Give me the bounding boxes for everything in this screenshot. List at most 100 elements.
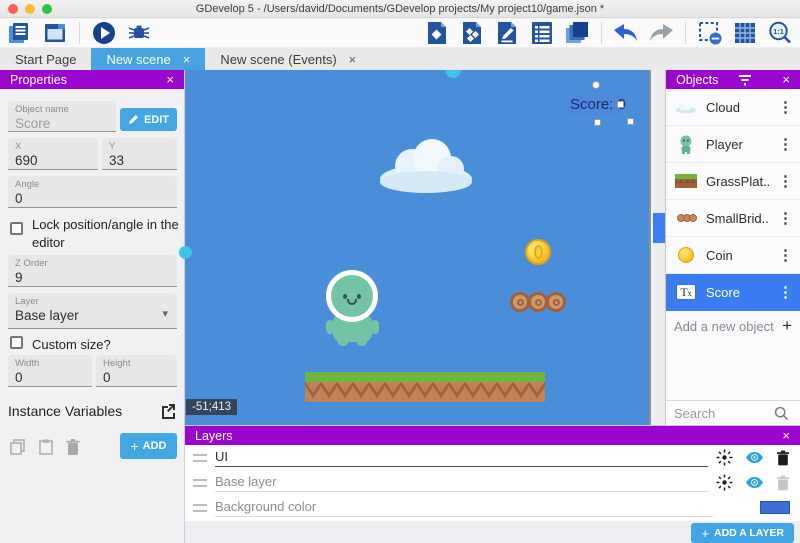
canvas-scroll-hint-left bbox=[179, 246, 192, 259]
field-label: Object name bbox=[15, 104, 109, 115]
object-menu-icon[interactable]: ⋮ bbox=[776, 246, 795, 264]
cloud-instance[interactable] bbox=[378, 138, 475, 194]
plus-icon: + bbox=[130, 438, 138, 454]
layer-row-ui[interactable] bbox=[185, 445, 800, 470]
toolbar-left-group bbox=[6, 20, 153, 46]
effects-icon[interactable] bbox=[716, 474, 733, 491]
object-menu-icon[interactable]: ⋮ bbox=[776, 283, 795, 301]
object-menu-icon[interactable]: ⋮ bbox=[776, 98, 795, 116]
close-window-button[interactable] bbox=[8, 4, 18, 14]
tab-label: New scene bbox=[106, 52, 170, 67]
field-value: 33 bbox=[109, 153, 170, 168]
object-row-player[interactable]: Player ⋮ bbox=[666, 126, 800, 163]
object-page-icon[interactable] bbox=[423, 20, 451, 46]
field-value: 0 bbox=[15, 370, 85, 385]
filter-icon[interactable] bbox=[738, 74, 752, 86]
background-color-swatch[interactable] bbox=[760, 501, 790, 514]
objects-panel: Objects × Cloud ⋮ Player ⋮ GrassPlat... … bbox=[665, 70, 800, 425]
object-menu-icon[interactable]: ⋮ bbox=[776, 135, 795, 153]
z-order-field[interactable]: Z Order 9 bbox=[8, 255, 177, 287]
objects-group-icon[interactable] bbox=[458, 20, 486, 46]
zoom-1-1-icon[interactable]: 1:1 bbox=[766, 20, 794, 46]
edit-object-button[interactable]: EDIT bbox=[120, 108, 177, 131]
angle-field[interactable]: Angle 0 bbox=[8, 176, 177, 208]
chevron-down-icon: ▾ bbox=[162, 307, 168, 320]
tab-new-scene[interactable]: New scene × bbox=[91, 48, 205, 70]
layers-stack-icon[interactable] bbox=[563, 20, 591, 46]
drag-handle-icon[interactable] bbox=[193, 454, 207, 462]
scrollbar-thumb[interactable] bbox=[653, 213, 665, 243]
close-tab-icon[interactable]: × bbox=[349, 53, 357, 66]
debug-icon[interactable] bbox=[125, 20, 153, 46]
drag-handle-icon[interactable] bbox=[193, 479, 207, 487]
delete-variable-icon[interactable] bbox=[65, 438, 81, 456]
height-field[interactable]: Height 0 bbox=[96, 355, 177, 387]
scene-canvas[interactable]: Score: 0 bbox=[185, 70, 651, 425]
object-row-score[interactable]: Tx Score ⋮ bbox=[666, 274, 800, 311]
object-name-field[interactable]: Object name Score bbox=[8, 101, 116, 132]
maximize-window-button[interactable] bbox=[42, 4, 52, 14]
close-icon[interactable]: × bbox=[782, 72, 790, 87]
close-icon[interactable]: × bbox=[782, 428, 790, 443]
close-tab-icon[interactable]: × bbox=[183, 53, 191, 66]
close-icon[interactable]: × bbox=[166, 72, 174, 87]
minimize-window-button[interactable] bbox=[25, 4, 35, 14]
player-eye bbox=[357, 294, 361, 299]
resize-handle-corner[interactable] bbox=[627, 118, 634, 125]
add-variable-button[interactable]: + ADD bbox=[120, 433, 177, 459]
add-new-object-button[interactable]: Add a new object + bbox=[666, 311, 800, 341]
field-label: Y bbox=[109, 141, 170, 152]
search-input[interactable] bbox=[674, 406, 770, 421]
object-row-cloud[interactable]: Cloud ⋮ bbox=[666, 89, 800, 126]
small-bridge-thumbnail-icon bbox=[673, 214, 699, 222]
tab-new-scene-events[interactable]: New scene (Events) × bbox=[205, 48, 371, 70]
drag-handle-icon[interactable] bbox=[193, 504, 207, 512]
toolbar-separator bbox=[79, 22, 80, 44]
small-bridge-instance[interactable] bbox=[510, 292, 564, 312]
play-icon[interactable] bbox=[90, 20, 118, 46]
scene-window-icon[interactable] bbox=[41, 20, 69, 46]
effects-icon[interactable] bbox=[716, 449, 733, 466]
redo-icon[interactable] bbox=[647, 20, 675, 46]
svg-text:1:1: 1:1 bbox=[773, 27, 784, 36]
custom-size-checkbox[interactable] bbox=[10, 336, 23, 349]
canvas-vertical-scrollbar[interactable] bbox=[653, 70, 665, 425]
x-position-field[interactable]: X 690 bbox=[8, 138, 98, 170]
project-manager-icon[interactable] bbox=[6, 20, 34, 46]
layer-name-input[interactable] bbox=[215, 499, 713, 517]
remove-instance-icon[interactable] bbox=[696, 20, 724, 46]
field-label: Width bbox=[15, 358, 85, 369]
grass-platform-instance[interactable] bbox=[305, 372, 545, 402]
add-layer-button[interactable]: + ADD A LAYER bbox=[691, 523, 794, 543]
layer-row-base[interactable] bbox=[185, 470, 800, 495]
y-position-field[interactable]: Y 33 bbox=[102, 138, 177, 170]
coin-instance[interactable] bbox=[525, 239, 551, 265]
width-field[interactable]: Width 0 bbox=[8, 355, 92, 387]
visibility-eye-icon[interactable] bbox=[745, 476, 764, 489]
edit-page-icon[interactable] bbox=[493, 20, 521, 46]
plus-icon: + bbox=[701, 526, 709, 541]
object-row-smallbridge[interactable]: SmallBrid... ⋮ bbox=[666, 200, 800, 237]
coin-thumbnail-icon bbox=[673, 247, 699, 263]
resize-handle-right[interactable] bbox=[617, 101, 624, 108]
visibility-eye-icon[interactable] bbox=[745, 451, 764, 464]
copy-icon[interactable] bbox=[9, 438, 27, 456]
layer-row-background-color[interactable] bbox=[185, 495, 800, 520]
undo-icon[interactable] bbox=[612, 20, 640, 46]
object-row-grassplatform[interactable]: GrassPlat... ⋮ bbox=[666, 163, 800, 200]
open-in-new-icon[interactable] bbox=[160, 402, 177, 419]
object-menu-icon[interactable]: ⋮ bbox=[776, 172, 795, 190]
layer-select[interactable]: Layer Base layer ▾ bbox=[8, 293, 177, 329]
rotate-handle[interactable] bbox=[592, 81, 600, 89]
layer-name-input[interactable] bbox=[215, 449, 708, 467]
grid-icon[interactable] bbox=[731, 20, 759, 46]
object-menu-icon[interactable]: ⋮ bbox=[776, 209, 795, 227]
resize-handle-bottom[interactable] bbox=[594, 119, 601, 126]
lock-position-checkbox[interactable] bbox=[10, 222, 23, 235]
layer-name-input[interactable] bbox=[215, 474, 708, 492]
paste-icon[interactable] bbox=[37, 438, 55, 456]
object-row-coin[interactable]: Coin ⋮ bbox=[666, 237, 800, 274]
list-page-icon[interactable] bbox=[528, 20, 556, 46]
delete-layer-icon[interactable] bbox=[776, 450, 790, 466]
tab-start-page[interactable]: Start Page bbox=[0, 48, 91, 70]
